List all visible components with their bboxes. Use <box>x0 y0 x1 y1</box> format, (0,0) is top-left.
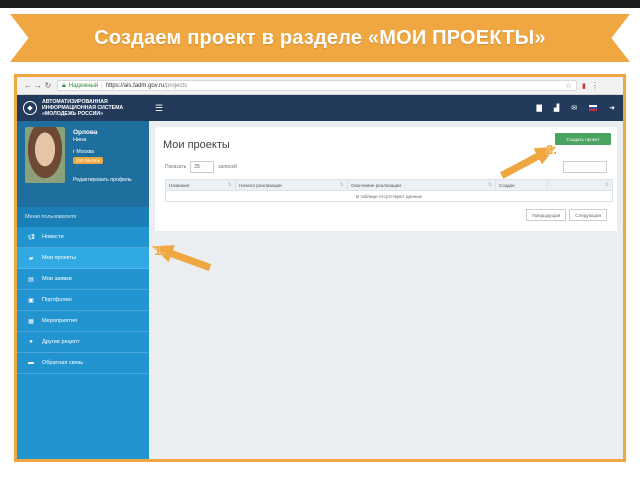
sidebar-item-events[interactable]: ▦ Мероприятия <box>17 311 149 332</box>
page-size-select[interactable]: 25 <box>190 161 215 173</box>
forward-icon[interactable]: → <box>33 81 43 90</box>
points-badge: 250 баллов <box>73 157 104 164</box>
page-title: Мои проекты <box>163 139 230 151</box>
map-pin-icon: ● <box>29 339 33 345</box>
sidebar-item-label: Новости <box>42 234 64 240</box>
screenshot-frame: ← → ↻ 🔒︎ Надежный | https://ais.fadm.gov… <box>14 74 626 462</box>
app-header: ◆ АВТОМАТИЗИРОВАННАЯ ИНФОРМАЦИОННАЯ СИСТ… <box>17 95 623 121</box>
column-header-end[interactable]: Окончание реализации ⇅ <box>348 180 496 190</box>
pagination: Предыдущая Следующая <box>526 209 607 221</box>
sidebar-item-feedback[interactable]: ▬ Обратная связь <box>17 353 149 374</box>
megaphone-icon: 📢︎ <box>27 234 35 241</box>
document-icon: ▤ <box>28 276 34 283</box>
extension-icon[interactable]: ▮ <box>582 82 586 90</box>
brand-text: АВТОМАТИЗИРОВАННАЯ ИНФОРМАЦИОННАЯ СИСТЕМ… <box>42 99 123 117</box>
sidebar-item-label: Мероприятия <box>42 318 78 324</box>
address-bar[interactable]: 🔒︎ Надежный | https://ais.fadm.gov.ru/pr… <box>57 80 577 91</box>
stats-icon[interactable]: ▟ <box>554 104 559 112</box>
browser-toolbar: ← → ↻ 🔒︎ Надежный | https://ais.fadm.gov… <box>17 77 623 95</box>
sidebar-item-my-projects[interactable]: ▰ Мои проекты <box>17 248 149 269</box>
briefcase-icon: ▣ <box>28 297 34 304</box>
menu-header: Меню пользователя <box>17 207 149 227</box>
header-icons: ▇ ▟ ✉ ➜ <box>536 104 623 112</box>
avatar[interactable] <box>25 127 65 183</box>
next-page-button[interactable]: Следующая <box>569 209 607 221</box>
annotation-label-1: 1. <box>154 243 165 258</box>
previous-page-button[interactable]: Предыдущая <box>526 209 567 221</box>
profile-block: Орлова Нина г Москва 250 баллов Редактир… <box>17 121 149 207</box>
profile-last-name: Орлова <box>73 129 98 136</box>
banner-title: Создаем проект в разделе «МОИ ПРОЕКТЫ» <box>94 26 546 49</box>
profile-first-name: Нина <box>73 137 87 143</box>
logo-icon: ◆ <box>23 101 37 115</box>
empty-table-message: В таблице отсутствуют данные <box>355 193 423 199</box>
column-header-start[interactable]: Начало реализации ⇅ <box>236 180 348 190</box>
logout-icon[interactable]: ➜ <box>609 104 615 112</box>
url-host: https://ais.fadm.gov.ru <box>105 82 165 89</box>
flag-icon[interactable] <box>589 105 598 111</box>
search-input[interactable] <box>563 161 607 173</box>
sidebar: Орлова Нина г Москва 250 баллов Редактир… <box>17 121 149 459</box>
secure-label: Надежный <box>68 82 99 89</box>
main-content: Мои проекты Создать проект Показать 25 з… <box>149 121 623 459</box>
column-header-created[interactable]: Создан <box>496 180 548 190</box>
projects-table: Название ⇅ Начало реализации ⇅ Окончание р… <box>165 179 613 202</box>
sidebar-item-label: Портфолио <box>42 297 72 303</box>
create-project-button[interactable]: Создать проект <box>555 133 611 145</box>
folder-icon: ▰ <box>28 255 34 262</box>
sidebar-item-label: Мои заявки <box>42 276 72 282</box>
show-suffix: записей <box>218 164 237 170</box>
top-dark-line <box>0 0 640 8</box>
calendar-icon: ▦ <box>28 318 34 325</box>
chat-icon: ▬ <box>28 360 34 366</box>
sort-icon: ⇅ <box>227 182 232 188</box>
brand-line-3: «МОЛОДЕЖЬ РОССИИ» <box>42 111 103 117</box>
sidebar-item-portfolio[interactable]: ▣ Портфолио <box>17 290 149 311</box>
reload-icon[interactable]: ↻ <box>43 81 53 90</box>
url-path: /projects <box>164 82 188 89</box>
sort-icon: ⇅ <box>487 182 492 188</box>
page-size-control: Показать 25 записей <box>165 161 237 173</box>
sidebar-item-my-requests[interactable]: ▤ Мои заявки <box>17 269 149 290</box>
profile-city: г Москва <box>73 149 95 155</box>
table-header: Название ⇅ Начало реализации ⇅ Окончание р… <box>166 180 612 191</box>
sort-icon: ⇅ <box>604 182 609 188</box>
sidebar-item-label: Мои проекты <box>42 255 76 261</box>
sidebar-item-label: Другие рецепт <box>42 339 80 345</box>
brand[interactable]: ◆ АВТОМАТИЗИРОВАННАЯ ИНФОРМАЦИОННАЯ СИСТ… <box>17 95 149 121</box>
back-icon[interactable]: ← <box>23 81 33 90</box>
sidebar-item-label: Обратная связь <box>42 360 84 366</box>
show-label: Показать <box>165 164 187 170</box>
sidebar-item-other[interactable]: ● Другие рецепт <box>17 332 149 353</box>
url-separator: | <box>101 82 103 89</box>
mail-icon[interactable]: ✉ <box>571 104 577 112</box>
hamburger-menu-icon[interactable]: ☰ <box>155 103 163 114</box>
sidebar-item-news[interactable]: 📢︎ Новости <box>17 227 149 248</box>
bookmark-star-icon[interactable]: ☆ <box>565 81 572 90</box>
sort-icon: ⇅ <box>339 182 344 188</box>
column-header-actions: ⇅ <box>548 180 612 190</box>
annotation-label-2: 2. <box>546 142 557 157</box>
browser-menu-icon[interactable]: ⋮ <box>591 81 599 90</box>
notebook-icon[interactable]: ▇ <box>536 104 541 112</box>
lock-icon: 🔒︎ <box>62 81 66 89</box>
edit-profile-link[interactable]: Редактировать профиль <box>73 177 132 183</box>
column-header-name[interactable]: Название ⇅ <box>166 180 236 190</box>
title-banner: Создаем проект в разделе «МОИ ПРОЕКТЫ» <box>10 14 630 62</box>
